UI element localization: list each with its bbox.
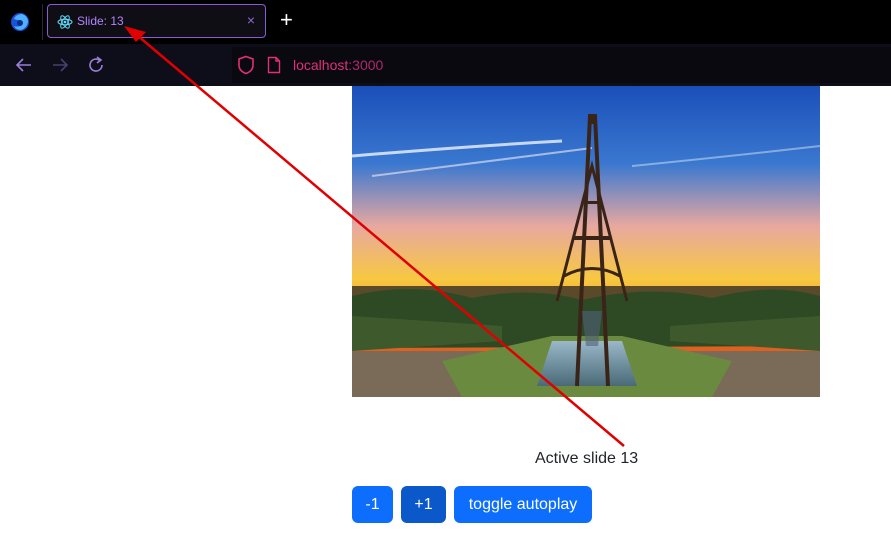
- react-logo-icon: [57, 15, 73, 29]
- tab-title: Slide: 13: [77, 14, 124, 28]
- tracking-protection-shield-icon[interactable]: [237, 55, 255, 75]
- slide-image-eiffel-tower: [352, 86, 820, 397]
- next-slide-button[interactable]: +1: [401, 486, 446, 523]
- back-arrow-icon[interactable]: [13, 54, 35, 76]
- tab-bar: Slide: 13 × +: [0, 0, 891, 44]
- url-text[interactable]: localhost:3000: [293, 57, 383, 73]
- previous-slide-button[interactable]: -1: [352, 486, 393, 523]
- forward-arrow-icon[interactable]: [49, 54, 71, 76]
- url-port: :3000: [348, 57, 384, 73]
- firefox-logo-icon[interactable]: [10, 12, 30, 32]
- page-info-icon[interactable]: [267, 56, 281, 74]
- active-slide-caption: Active slide 13: [535, 450, 639, 467]
- toggle-autoplay-button[interactable]: toggle autoplay: [454, 486, 592, 523]
- tab-separator: [42, 4, 43, 40]
- reload-icon[interactable]: [85, 54, 107, 76]
- new-tab-button[interactable]: +: [280, 9, 293, 31]
- tab-slide[interactable]: Slide: 13 ×: [47, 4, 266, 38]
- close-tab-icon[interactable]: ×: [247, 12, 255, 28]
- url-host: localhost: [293, 57, 349, 73]
